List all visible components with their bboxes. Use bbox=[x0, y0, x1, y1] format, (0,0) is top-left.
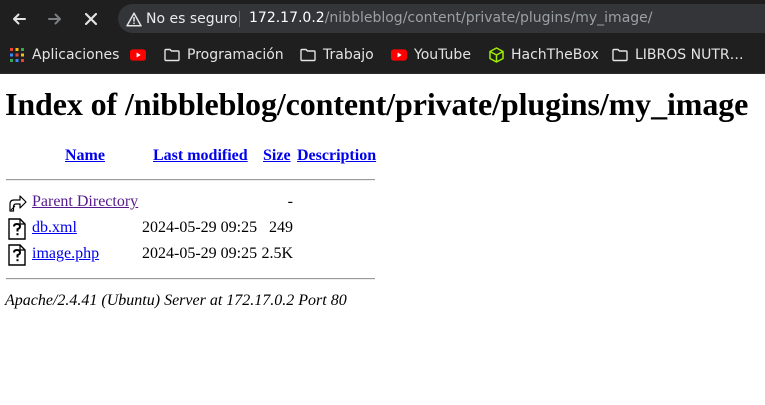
youtube-icon bbox=[130, 47, 146, 63]
page-content: Index of /nibbleblog/content/private/plu… bbox=[0, 74, 765, 405]
forward-button[interactable] bbox=[42, 6, 68, 32]
listing-row-file: image.php 2024-05-29 09:25 2.5K bbox=[5, 244, 385, 266]
url-host: 172.17.0.2 bbox=[249, 10, 325, 26]
column-header-last-modified[interactable]: Last modified bbox=[153, 147, 248, 165]
bookmark-youtube[interactable]: YouTube bbox=[391, 46, 471, 64]
header-divider bbox=[6, 179, 375, 181]
folder-icon bbox=[300, 47, 316, 63]
row-size: 249 bbox=[269, 219, 293, 236]
bookmark-trabajo[interactable]: Trabajo bbox=[300, 46, 374, 64]
footer-divider bbox=[6, 278, 375, 280]
bookmark-label: LIBROS NUTR… bbox=[635, 47, 744, 63]
security-label: No es seguro bbox=[146, 11, 238, 27]
folder-icon bbox=[164, 47, 180, 63]
back-arrow-icon bbox=[13, 13, 26, 25]
bookmark-label: HachTheBox bbox=[511, 47, 599, 63]
url-text[interactable]: 172.17.0.2/nibbleblog/content/private/pl… bbox=[249, 10, 653, 26]
listing-row-parent: Parent Directory - bbox=[5, 192, 385, 214]
column-header-size[interactable]: Size bbox=[263, 147, 291, 165]
folder-icon bbox=[612, 47, 628, 63]
server-signature: Apache/2.4.41 (Ubuntu) Server at 172.17.… bbox=[5, 292, 347, 309]
bookmark-programacion[interactable]: Programación bbox=[164, 46, 284, 64]
back-button[interactable] bbox=[6, 6, 32, 32]
bookmark-label: Trabajo bbox=[323, 47, 374, 63]
bookmark-label: YouTube bbox=[414, 47, 471, 63]
row-date: 2024-05-29 09:25 bbox=[142, 219, 258, 236]
url-path: /nibbleblog/content/private/plugins/my_i… bbox=[324, 10, 653, 26]
row-date: 2024-05-29 09:25 bbox=[142, 245, 258, 262]
forward-arrow-icon bbox=[48, 13, 61, 25]
bookmark-label: Programación bbox=[187, 47, 284, 63]
bookmark-youtube-video[interactable] bbox=[130, 46, 153, 64]
column-header-description[interactable]: Description bbox=[297, 147, 376, 165]
browser-toolbar: No es seguro 172.17.0.2/nibbleblog/conte… bbox=[0, 0, 765, 37]
omnibox-divider bbox=[239, 11, 240, 27]
unknown-file-icon[interactable] bbox=[7, 218, 27, 240]
warning-triangle-icon bbox=[126, 11, 142, 27]
stop-button[interactable] bbox=[78, 6, 104, 32]
file-link-image-php[interactable]: image.php bbox=[32, 245, 99, 263]
back-folder-icon[interactable] bbox=[7, 192, 27, 214]
unknown-file-icon[interactable] bbox=[7, 244, 27, 266]
page-title: Index of /nibbleblog/content/private/plu… bbox=[5, 86, 749, 122]
bookmark-hackthebox[interactable]: HachTheBox bbox=[488, 46, 599, 64]
row-size: - bbox=[287, 193, 293, 210]
column-header-name[interactable]: Name bbox=[65, 147, 105, 165]
row-size: 2.5K bbox=[261, 245, 293, 262]
bookmark-label: Aplicaciones bbox=[32, 47, 120, 63]
file-link-db-xml[interactable]: db.xml bbox=[32, 219, 77, 237]
bookmarks-bar: Aplicaciones Programación Trabajo YouTub… bbox=[0, 37, 765, 74]
bookmark-apps[interactable]: Aplicaciones bbox=[9, 46, 119, 64]
parent-directory-link[interactable]: Parent Directory bbox=[32, 193, 138, 211]
security-indicator[interactable]: No es seguro bbox=[126, 10, 238, 28]
address-bar[interactable]: No es seguro 172.17.0.2/nibbleblog/conte… bbox=[118, 4, 765, 33]
apps-grid-icon bbox=[9, 47, 25, 63]
stop-x-icon bbox=[84, 12, 98, 26]
hackthebox-cube-icon bbox=[488, 47, 504, 63]
bookmark-libros[interactable]: LIBROS NUTR… bbox=[612, 46, 744, 64]
youtube-icon bbox=[391, 47, 407, 63]
listing-row-file: db.xml 2024-05-29 09:25 249 bbox=[5, 218, 385, 240]
